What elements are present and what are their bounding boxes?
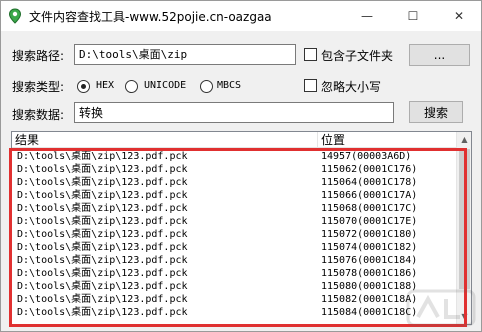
maximize-icon: ☐ [407, 9, 419, 23]
column-header-position[interactable]: 位置 [318, 132, 456, 148]
column-header-result[interactable]: 结果 [12, 132, 318, 148]
map-pin-icon [8, 8, 22, 24]
list-item[interactable]: D:\tools\桌面\zip\123.pdf.pck 115078(0001C1… [12, 267, 456, 280]
result-position: 115084(0001C18C) [321, 307, 418, 318]
minimize-icon: — [361, 9, 373, 23]
list-item[interactable]: D:\tools\桌面\zip\123.pdf.pck 115068(0001C1… [12, 202, 456, 215]
include-subfolders-checkbox[interactable] [304, 48, 317, 61]
result-position: 115076(0001C184) [321, 255, 418, 266]
include-subfolders-label: 包含子文件夹 [321, 49, 394, 63]
search-data-label: 搜索数据: [12, 108, 65, 122]
list-item[interactable]: D:\tools\桌面\zip\123.pdf.pck 115064(0001C1… [12, 176, 456, 189]
maximize-button[interactable]: ☐ [390, 1, 436, 31]
result-path: D:\tools\桌面\zip\123.pdf.pck [17, 268, 188, 279]
result-path: D:\tools\桌面\zip\123.pdf.pck [17, 216, 188, 227]
result-path: D:\tools\桌面\zip\123.pdf.pck [17, 294, 188, 305]
search-button[interactable]: 搜索 [409, 101, 463, 123]
results-header: 结果 位置 [12, 132, 456, 148]
title-bar[interactable]: 文件内容查找工具-www.52pojie.cn-oazgaa — ☐ ✕ [1, 1, 481, 31]
search-data-input[interactable]: 转换 [74, 102, 394, 123]
search-path-input[interactable]: D:\tools\桌面\zip [74, 44, 296, 65]
radio-hex-label: HEX [96, 80, 115, 91]
close-icon: ✕ [453, 9, 465, 23]
result-path: D:\tools\桌面\zip\123.pdf.pck [17, 255, 188, 266]
ignore-case-checkbox[interactable] [304, 79, 317, 92]
chevron-up-icon[interactable]: ▲ [457, 132, 471, 147]
list-item[interactable]: D:\tools\桌面\zip\123.pdf.pck 115082(0001C1… [12, 293, 456, 306]
result-path: D:\tools\桌面\zip\123.pdf.pck [17, 164, 188, 175]
result-path: D:\tools\桌面\zip\123.pdf.pck [17, 281, 188, 292]
list-item[interactable]: D:\tools\桌面\zip\123.pdf.pck 115080(0001C1… [12, 280, 456, 293]
list-item[interactable]: D:\tools\桌面\zip\123.pdf.pck 115072(0001C1… [12, 228, 456, 241]
radio-mbcs-label: MBCS [217, 80, 242, 91]
vertical-scrollbar[interactable]: ▲ ▼ [456, 132, 471, 324]
result-position: 115082(0001C18A) [321, 294, 418, 305]
results-list[interactable]: 结果 位置 D:\tools\桌面\zip\123.pdf.pck 14957(0… [11, 131, 472, 325]
result-position: 115070(0001C17E) [321, 216, 418, 227]
result-path: D:\tools\桌面\zip\123.pdf.pck [17, 203, 188, 214]
list-item[interactable]: D:\tools\桌面\zip\123.pdf.pck 115076(0001C1… [12, 254, 456, 267]
list-item[interactable]: D:\tools\桌面\zip\123.pdf.pck 115074(0001C1… [12, 241, 456, 254]
list-item[interactable]: D:\tools\桌面\zip\123.pdf.pck 115084(0001C1… [12, 306, 456, 319]
scroll-thumb[interactable] [459, 149, 470, 289]
result-path: D:\tools\桌面\zip\123.pdf.pck [17, 307, 188, 318]
browse-button[interactable]: ... [409, 44, 470, 66]
list-item[interactable]: D:\tools\桌面\zip\123.pdf.pck 14957(00003A6… [12, 150, 456, 163]
result-position: 115072(0001C180) [321, 229, 418, 240]
result-path: D:\tools\桌面\zip\123.pdf.pck [17, 151, 188, 162]
result-position: 115064(0001C178) [321, 177, 418, 188]
result-position: 115062(0001C176) [321, 164, 418, 175]
result-position: 115074(0001C182) [321, 242, 418, 253]
radio-unicode-label: UNICODE [144, 80, 187, 91]
list-item[interactable]: D:\tools\桌面\zip\123.pdf.pck 115066(0001C1… [12, 189, 456, 202]
result-position: 14957(00003A6D) [321, 151, 412, 162]
result-position: 115068(0001C17C) [321, 203, 418, 214]
result-position: 115066(0001C17A) [321, 190, 418, 201]
window-title: 文件内容查找工具-www.52pojie.cn-oazgaa [29, 10, 272, 24]
minimize-button[interactable]: — [344, 1, 390, 31]
radio-mbcs[interactable] [200, 80, 213, 93]
search-type-label: 搜索类型: [12, 80, 65, 94]
list-item[interactable]: D:\tools\桌面\zip\123.pdf.pck 115062(0001C1… [12, 163, 456, 176]
result-position: 115080(0001C188) [321, 281, 418, 292]
result-path: D:\tools\桌面\zip\123.pdf.pck [17, 190, 188, 201]
radio-unicode[interactable] [125, 80, 138, 93]
result-path: D:\tools\桌面\zip\123.pdf.pck [17, 177, 188, 188]
result-path: D:\tools\桌面\zip\123.pdf.pck [17, 229, 188, 240]
results-rows: D:\tools\桌面\zip\123.pdf.pck 14957(00003A6… [12, 150, 456, 319]
list-item[interactable]: D:\tools\桌面\zip\123.pdf.pck 115070(0001C1… [12, 215, 456, 228]
result-path: D:\tools\桌面\zip\123.pdf.pck [17, 242, 188, 253]
app-window: 文件内容查找工具-www.52pojie.cn-oazgaa — ☐ ✕ 搜索路… [0, 0, 482, 332]
ignore-case-label: 忽略大小写 [321, 80, 382, 94]
result-position: 115078(0001C186) [321, 268, 418, 279]
close-button[interactable]: ✕ [436, 1, 481, 31]
radio-hex[interactable] [77, 80, 90, 93]
chevron-down-icon[interactable]: ▼ [457, 309, 471, 324]
search-path-label: 搜索路径: [12, 49, 65, 63]
